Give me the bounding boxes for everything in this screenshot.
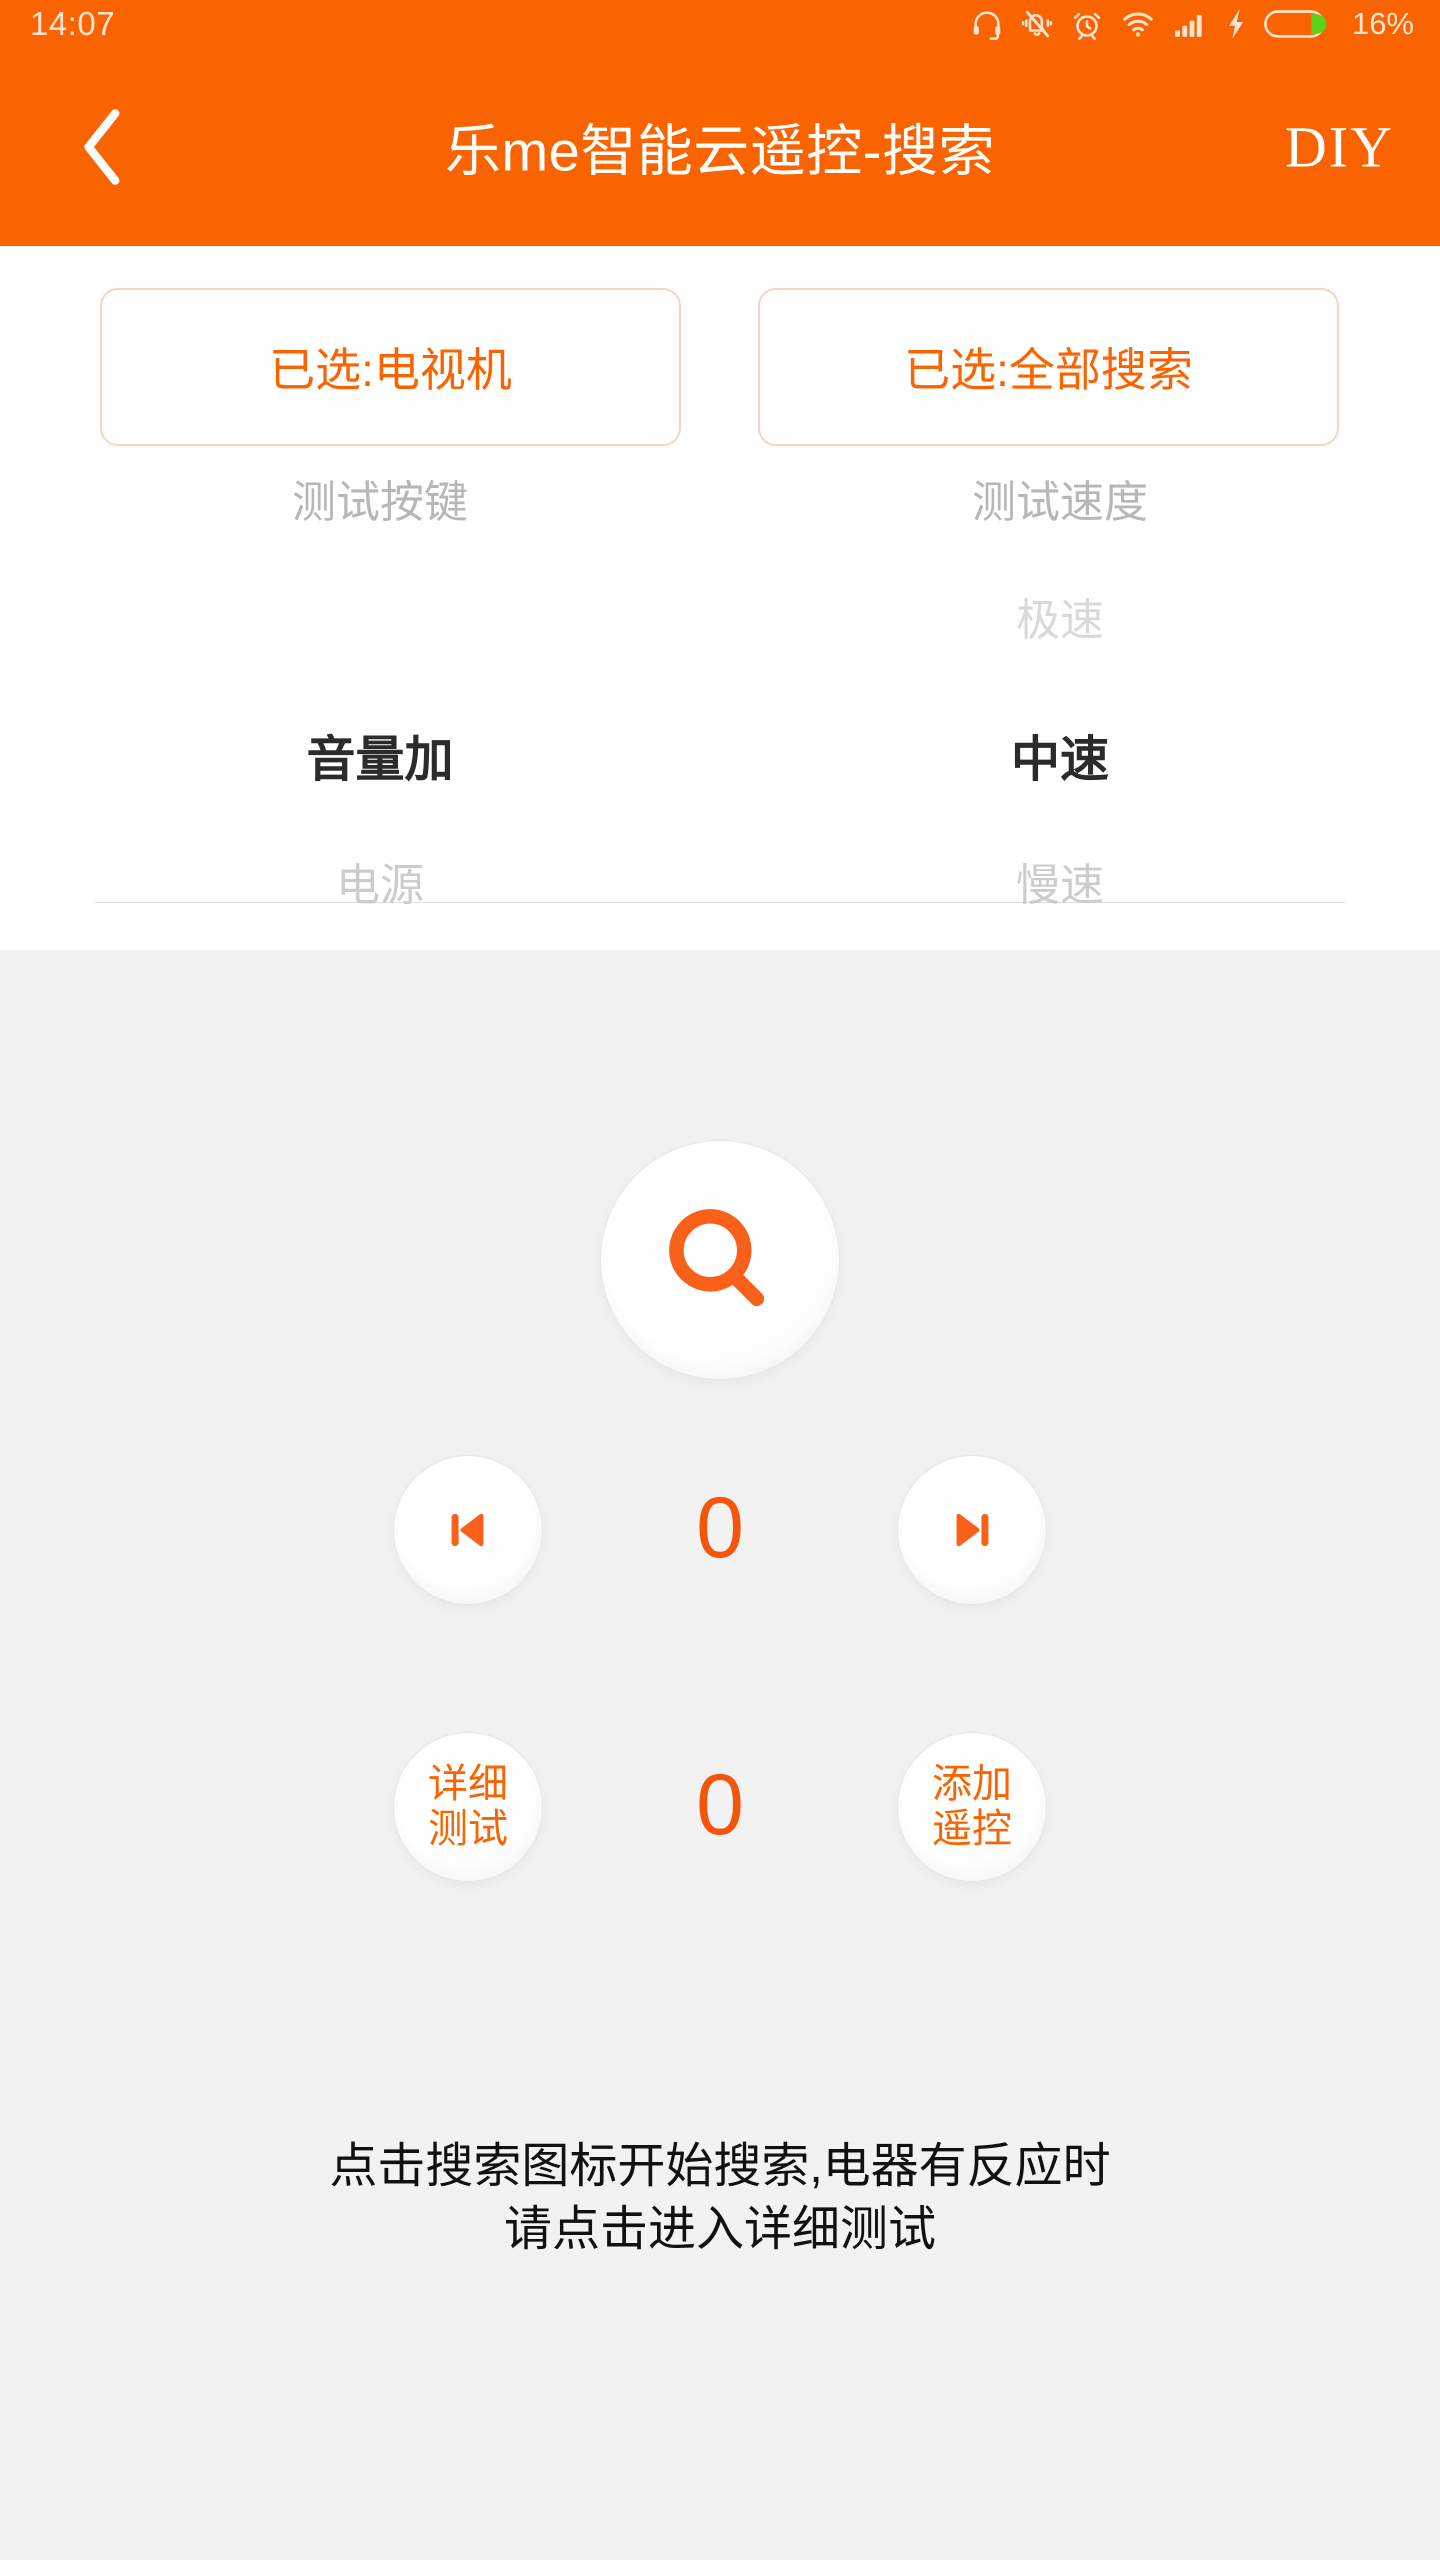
picker-item-speed-above[interactable]: 极速 — [740, 551, 1380, 691]
app-screen: 14:07 16% 乐me智能云遥控-搜索 DIY 已选:电视机 已选:全部搜索… — [0, 0, 1440, 2560]
selection-panel: 已选:电视机 已选:全部搜索 测试按键 音量加 电源 测试速度 极速 中速 慢速 — [0, 246, 1440, 1041]
counter-bottom: 0 — [696, 1757, 744, 1853]
battery-icon — [1264, 9, 1327, 38]
status-icons: 16% — [970, 7, 1414, 41]
picker-header-key: 测试按键 — [292, 478, 468, 528]
control-area: 详细 测试 添加 遥控 0 0 点击搜索图标开始搜索,电器有反应时 请点击进入详… — [0, 950, 1440, 2560]
page-title: 乐me智能云遥控-搜索 — [445, 119, 995, 182]
hint-line2: 请点击进入详细测试 — [503, 2203, 936, 2257]
status-bar: 14:07 16% — [0, 0, 1440, 47]
scope-selector-button[interactable]: 已选:全部搜索 — [758, 288, 1339, 446]
signal-bars-icon — [1175, 14, 1202, 37]
picker-item-speed-selected[interactable]: 中速 — [740, 693, 1380, 829]
counter-top: 0 — [696, 1480, 744, 1576]
bell-muted-icon — [1021, 10, 1053, 37]
device-selector-button[interactable]: 已选:电视机 — [100, 288, 681, 446]
hint-text: 点击搜索图标开始搜索,电器有反应时 请点击进入详细测试 — [0, 2135, 1440, 2262]
search-icon — [669, 1209, 765, 1307]
picker-header-speed: 测试速度 — [972, 478, 1148, 528]
search-button[interactable] — [600, 1140, 840, 1380]
test-speed-picker[interactable]: 测试速度 极速 中速 慢速 — [740, 456, 1380, 946]
alarm-clock-icon — [1073, 12, 1101, 40]
wifi-icon — [1123, 12, 1153, 37]
hint-line1: 点击搜索图标开始搜索,电器有反应时 — [329, 2140, 1111, 2193]
picker-item-speed-below[interactable]: 慢速 — [740, 831, 1380, 941]
selector-row: 已选:电视机 已选:全部搜索 — [0, 288, 1440, 446]
status-time: 14:07 — [30, 5, 116, 42]
battery-percent: 16% — [1351, 6, 1414, 41]
test-key-picker[interactable]: 测试按键 音量加 电源 — [60, 456, 700, 946]
charging-bolt-icon — [1229, 8, 1244, 39]
headset-icon — [973, 10, 1001, 40]
picker-item-key-below[interactable]: 电源 — [60, 831, 700, 941]
picker-row: 测试按键 音量加 电源 测试速度 极速 中速 慢速 — [0, 456, 1440, 1041]
diy-button[interactable]: DIY — [1285, 113, 1394, 180]
app-header: 乐me智能云遥控-搜索 DIY — [0, 47, 1440, 246]
picker-item-key-selected[interactable]: 音量加 — [60, 693, 700, 829]
